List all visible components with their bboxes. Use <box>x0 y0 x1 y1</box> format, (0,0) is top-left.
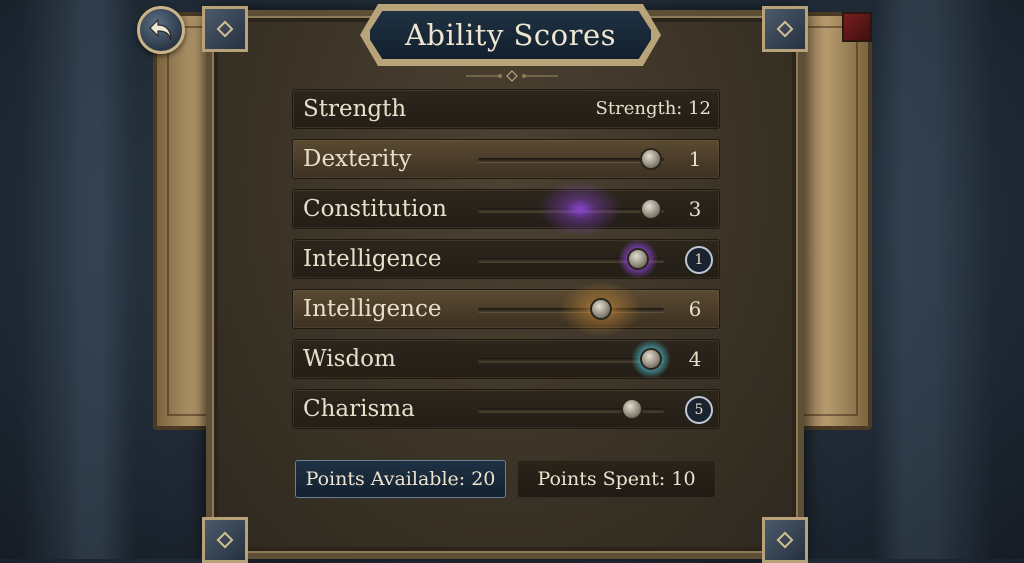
ability-label: Dexterity <box>303 146 412 172</box>
ability-label: Intelligence <box>303 296 442 322</box>
slider-knob[interactable] <box>589 298 612 320</box>
back-button[interactable] <box>137 6 185 54</box>
flourish-ornament <box>464 70 560 82</box>
red-corner-ornament <box>842 12 872 42</box>
ability-score-display: Strength: 12 <box>595 98 711 119</box>
ability-row-strength: Strength Strength: 12 <box>292 89 720 129</box>
background-pillar <box>70 0 130 559</box>
slider-knob[interactable] <box>639 348 662 370</box>
background-pillar <box>874 0 934 559</box>
slider-knob[interactable] <box>626 248 649 270</box>
ability-label: Strength <box>303 96 407 122</box>
points-available-button[interactable]: Points Available: 20 <box>295 460 506 498</box>
slider-track[interactable] <box>478 158 664 162</box>
ability-value: 1 <box>688 147 702 171</box>
slider-track[interactable] <box>478 208 664 212</box>
ability-row-wisdom: Wisdom 4 <box>292 339 720 379</box>
ability-label: Wisdom <box>303 346 396 372</box>
ability-value: 3 <box>688 197 702 221</box>
ability-row-dexterity: Dexterity 1 <box>292 139 720 179</box>
back-arrow-icon <box>149 18 172 41</box>
slider-track[interactable] <box>478 358 664 362</box>
ability-row-charisma: Charisma 5 <box>292 389 720 429</box>
ability-row-constitution: Constitution 3 <box>292 179 720 239</box>
ability-value: 5 <box>685 396 713 424</box>
corner-ornament <box>202 6 248 52</box>
ability-value: 4 <box>688 347 702 371</box>
ability-label: Constitution <box>303 196 447 222</box>
points-spent-button[interactable]: Points Spent: 10 <box>517 460 716 498</box>
ability-value: 6 <box>688 297 702 321</box>
ability-label: Charisma <box>303 396 415 422</box>
page-title: Ability Scores <box>404 18 617 52</box>
corner-ornament <box>762 6 808 52</box>
ability-row-intelligence: Intelligence 6 <box>292 279 720 339</box>
ability-row-intelligence: Intelligence 1 <box>292 239 720 279</box>
slider-knob[interactable] <box>621 398 644 420</box>
slider-track[interactable] <box>478 308 664 312</box>
slider-knob[interactable] <box>639 148 662 170</box>
slider-knob[interactable] <box>639 198 662 220</box>
corner-ornament <box>202 517 248 563</box>
corner-ornament <box>762 517 808 563</box>
ability-label: Intelligence <box>303 246 442 272</box>
title-plate: Ability Scores <box>367 8 654 62</box>
ability-value: 1 <box>685 246 713 274</box>
